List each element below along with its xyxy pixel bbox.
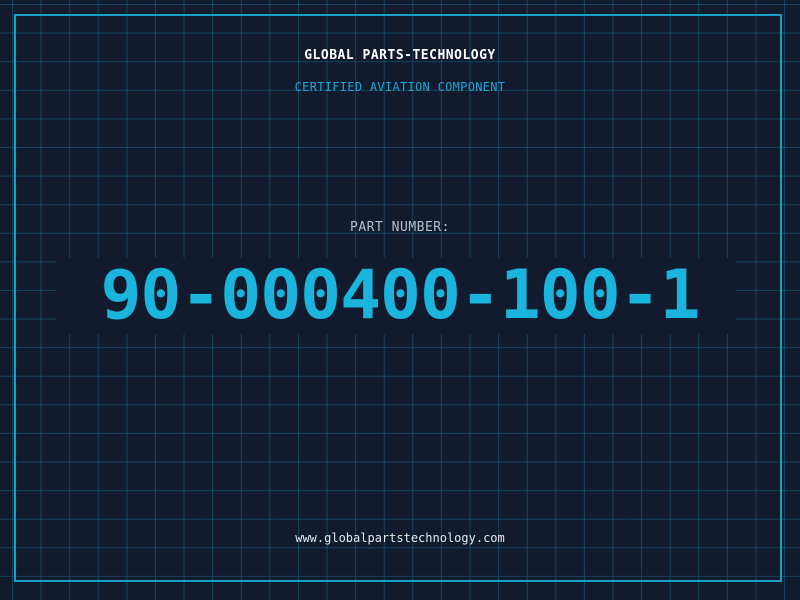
part-number-value: 90-000400-100-1 — [100, 256, 700, 335]
certification-subtitle: CERTIFIED AVIATION COMPONENT — [294, 80, 506, 94]
company-name: GLOBAL PARTS-TECHNOLOGY — [304, 48, 496, 63]
website-url: www.globalpartstechnology.com — [295, 531, 505, 545]
part-number-label: PART NUMBER: — [350, 220, 450, 235]
